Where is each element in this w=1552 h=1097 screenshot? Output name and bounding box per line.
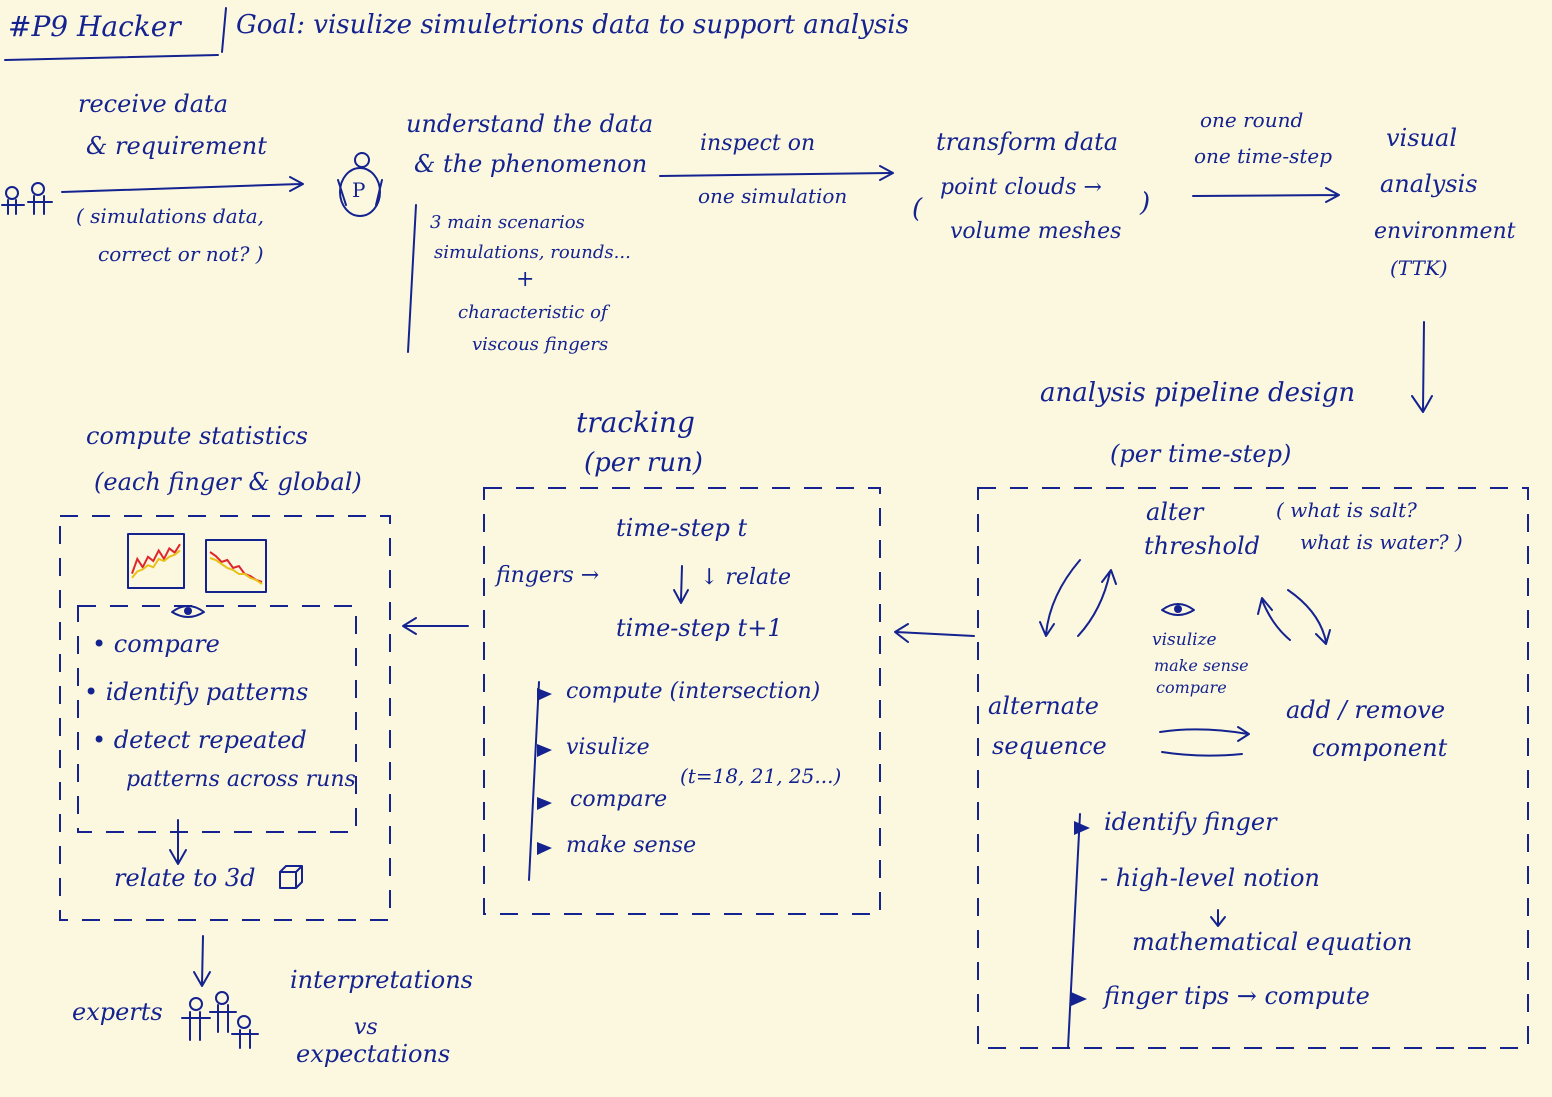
chart-series-line — [131, 543, 181, 574]
experts-label: experts — [72, 998, 163, 1026]
pipeline-b3: mathematical equation — [1132, 928, 1413, 956]
experts-interp3: expectations — [296, 1040, 451, 1068]
statistics-box — [59, 515, 391, 921]
pipeline-question2: what is water? ) — [1300, 530, 1463, 554]
visual-line4: (TTK) — [1390, 256, 1448, 280]
oneround-line2: one time-step — [1194, 144, 1333, 168]
tracking-title: tracking — [576, 406, 695, 439]
pipeline-mini-arrow — [1210, 909, 1226, 927]
arrow-inspect — [659, 165, 894, 181]
pipeline-b2: - high-level notion — [1100, 864, 1320, 892]
pipeline-question1: ( what is salt? — [1276, 498, 1417, 522]
title-divider — [221, 7, 227, 53]
pipeline-add2: component — [1312, 734, 1448, 762]
chart-series-line — [209, 551, 263, 583]
goal-text: Goal: visulize simuletrions data to supp… — [236, 10, 909, 40]
visual-line2: analysis — [1380, 170, 1478, 198]
eye-icon-pipeline — [1161, 603, 1195, 616]
visual-line3: environment — [1374, 219, 1516, 244]
transform-title: transform data — [936, 128, 1119, 156]
tracking-fingers: fingers → — [496, 563, 600, 588]
tracking-relate: ↓ relate — [700, 565, 791, 590]
line-chart-1 — [131, 543, 181, 579]
pipeline-add1: add / remove — [1286, 696, 1446, 724]
statistics-b3b: patterns across runs — [126, 767, 356, 792]
pipeline-b1: identify finger — [1104, 808, 1277, 836]
inspect-above: inspect on — [700, 131, 816, 156]
transform-line1: point clouds → — [940, 175, 1102, 200]
people-icon-experts — [181, 991, 259, 1049]
arrow-stats-experts — [193, 935, 211, 987]
understand-plus: + — [516, 267, 535, 292]
understand-note1: 3 main scenarios — [430, 212, 585, 233]
transform-close-paren: ) — [1140, 188, 1151, 218]
pipeline-alter2: threshold — [1144, 532, 1261, 560]
pipeline-alt1: alternate — [988, 692, 1099, 720]
statistics-b2: • identify patterns — [84, 678, 309, 706]
arrow-visual-pipeline — [1411, 321, 1433, 413]
understand-bracket — [407, 204, 417, 353]
pipeline-center3: compare — [1156, 678, 1227, 697]
oneround-line1: one round — [1200, 108, 1304, 132]
understand-note2: simulations, rounds... — [434, 242, 631, 263]
receive-line1: receive data — [78, 90, 229, 118]
transform-open-paren: ( — [912, 194, 923, 224]
transform-line2: volume meshes — [950, 219, 1122, 244]
pipeline-alter1: alter — [1146, 498, 1204, 526]
tracking-subtitle: (per run) — [584, 448, 703, 478]
experts-interp1: interpretations — [290, 966, 473, 994]
tracking-ts1: time-step t — [616, 514, 748, 542]
cube-3d-icon — [279, 865, 303, 889]
pipeline-subtitle: (per time-step) — [1110, 440, 1292, 468]
tracking-b4: make sense — [566, 833, 697, 858]
pipeline-bullet-line — [1067, 813, 1081, 1049]
eye-icon-statistics — [171, 605, 205, 618]
arrow-oneround — [1192, 187, 1340, 203]
statistics-title1: compute statistics — [86, 422, 308, 450]
receive-note2: correct or not? ) — [98, 242, 264, 266]
pipeline-alt2: sequence — [992, 732, 1107, 760]
receive-note1: ( simulations data, — [76, 204, 265, 228]
understand-note3: characteristic of — [458, 302, 608, 323]
experts-interp2: vs — [354, 1015, 378, 1040]
tracking-bullets — [537, 688, 552, 855]
pipeline-center2: make sense — [1154, 656, 1249, 675]
pipeline-b4: finger tips → compute — [1104, 982, 1370, 1010]
statistics-title2: (each finger & global) — [94, 468, 362, 496]
understand-line2: & the phenomenon — [414, 150, 648, 178]
line-chart-2 — [209, 551, 263, 585]
person-p-letter: P — [352, 178, 366, 202]
statistics-b1: • compare — [92, 630, 220, 658]
receive-line2: & requirement — [86, 132, 267, 160]
understand-note4: viscous fingers — [472, 334, 609, 355]
inspect-below: one simulation — [698, 184, 848, 208]
relate-arrow — [673, 565, 689, 604]
pipeline-title: analysis pipeline design — [1040, 378, 1356, 408]
tracking-b2: visulize — [566, 735, 650, 760]
tracking-range: (t=18, 21, 25...) — [680, 764, 842, 788]
statistics-b3: • detect repeated — [92, 726, 307, 754]
tracking-b1: compute (intersection) — [566, 679, 821, 704]
chart-series-line — [209, 557, 263, 585]
arrow-tracking-stats — [402, 617, 469, 635]
statistics-relate3d: relate to 3d — [114, 864, 256, 892]
people-icon-left — [1, 182, 53, 215]
pipeline-center1: visulize — [1152, 630, 1217, 650]
understand-line1: understand the data — [406, 110, 654, 138]
pipeline-box — [977, 487, 1529, 1049]
arrow-receive-understand — [61, 176, 304, 193]
visual-line1: visual — [1386, 124, 1457, 152]
arrow-pipeline-tracking — [894, 623, 975, 643]
page-title: #P9 Hacker — [8, 10, 181, 43]
arrow-stats-relate3d — [169, 819, 187, 865]
tracking-b3: compare — [570, 787, 668, 812]
title-underline — [4, 54, 219, 61]
tracking-ts2: time-step t+1 — [616, 614, 783, 642]
pipeline-bullets — [1071, 821, 1090, 1006]
